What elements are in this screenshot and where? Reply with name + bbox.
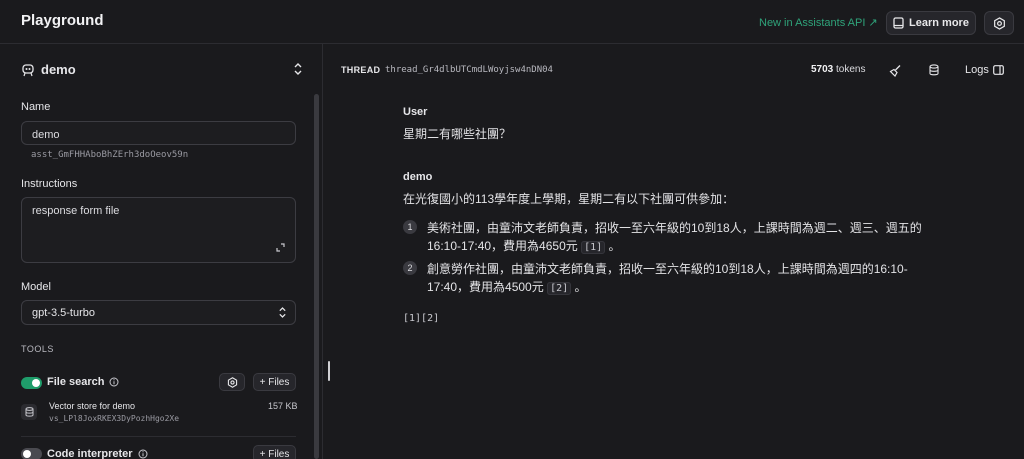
tool-name: File search <box>47 376 105 388</box>
name-label: Name <box>21 101 51 113</box>
info-icon[interactable] <box>138 449 148 459</box>
assistant-id: asst_GmFHHAboBhZErh3doOeov59n <box>31 150 189 160</box>
vector-store-size: 157 KB <box>268 401 298 411</box>
resize-handle[interactable] <box>328 361 330 381</box>
vector-store-id: vs_LPl8JoxRKEX3DyPozhHgo2Xe <box>49 414 180 423</box>
new-in-assistants-link[interactable]: New in Assistants API ↗ <box>759 16 878 29</box>
citation[interactable]: [2] <box>547 282 572 295</box>
file-search-settings-button[interactable] <box>219 373 245 391</box>
logs-label: Logs <box>965 64 989 76</box>
list-item: 2 創意勞作社團，由童沛文老師負責，招收一至六年級的10到18人，上課時間為週四… <box>403 260 943 298</box>
scrollbar[interactable] <box>314 94 319 459</box>
info-icon[interactable] <box>109 377 119 387</box>
thread-panel: THREAD thread_Gr4dlbUTCmdLWoyjsw4nDN04 5… <box>324 44 1024 459</box>
thread-header: THREAD thread_Gr4dlbUTCmdLWoyjsw4nDN04 5… <box>324 44 1024 94</box>
thread-id[interactable]: thread_Gr4dlbUTCmdLWoyjsw4nDN04 <box>385 65 553 75</box>
list-item-text: 美術社團，由童沛文老師負責，招收一至六年級的10到18人，上課時間為週二、週三、… <box>427 221 922 235</box>
list-number: 2 <box>403 261 417 275</box>
top-bar: Playground New in Assistants API ↗ Learn… <box>0 0 1024 44</box>
user-message: 星期二有哪些社團？ <box>403 127 512 141</box>
assistant-intro: 在光復國小的113學年度上學期，星期二有以下社團可供參加： <box>403 192 735 206</box>
user-role-label: User <box>403 106 428 118</box>
assistant-selector[interactable]: demo <box>21 62 76 77</box>
database-icon <box>929 64 939 76</box>
tools-label: TOOLS <box>21 344 54 354</box>
code-interpreter-toggle[interactable] <box>21 448 42 459</box>
list-item: 1 美術社團，由童沛文老師負責，招收一至六年級的10到18人，上課時間為週二、週… <box>403 219 943 257</box>
database-icon <box>21 404 37 420</box>
gear-icon <box>993 16 1005 30</box>
assistant-name: demo <box>41 62 76 77</box>
chevron-updown-icon <box>279 307 286 318</box>
learn-more-button[interactable]: Learn more <box>886 11 976 35</box>
list-number: 1 <box>403 220 417 234</box>
gear-icon <box>227 376 237 388</box>
logs-button[interactable]: Logs <box>965 64 1004 76</box>
list-item-text: 17:40，費用為4500元 <box>427 280 544 294</box>
clear-thread-button[interactable] <box>886 61 904 79</box>
chevron-updown-icon[interactable] <box>293 62 303 76</box>
expand-icon[interactable] <box>276 243 285 252</box>
tool-code-interpreter: Code interpreter <box>47 448 148 459</box>
list-item-text: 16:10-17:40，費用為4650元 <box>427 239 578 253</box>
token-number: 5703 <box>811 64 834 75</box>
model-label: Model <box>21 281 51 293</box>
instructions-textarea[interactable]: response form file <box>21 197 296 263</box>
list-item-end: 。 <box>574 280 587 294</box>
assistant-panel: demo Name demo asst_GmFHHAboBhZErh3doOeo… <box>0 44 323 459</box>
vector-store-name[interactable]: Vector store for demo <box>49 401 135 411</box>
divider <box>21 436 296 437</box>
tool-name: Code interpreter <box>47 448 133 459</box>
panel-icon <box>992 65 1004 75</box>
broom-icon <box>889 64 900 77</box>
book-icon <box>893 17 904 29</box>
name-input[interactable]: demo <box>21 121 296 145</box>
token-count: 5703 tokens <box>811 64 866 75</box>
add-files-button[interactable]: + Files <box>253 373 296 391</box>
file-search-toggle[interactable] <box>21 377 42 389</box>
tool-file-search: File search <box>47 376 119 388</box>
thread-label: THREAD <box>341 65 381 75</box>
add-files-button[interactable]: + Files <box>253 445 296 459</box>
learn-more-label: Learn more <box>909 17 969 29</box>
references[interactable]: [1][2] <box>403 313 439 324</box>
model-select[interactable]: gpt-3.5-turbo <box>21 300 296 325</box>
list-item-text: 創意勞作社團，由童沛文老師負責，招收一至六年級的10到18人，上課時間為週四的1… <box>427 262 908 276</box>
assistant-role-label: demo <box>403 171 433 183</box>
settings-button[interactable] <box>984 11 1014 35</box>
model-value: gpt-3.5-turbo <box>32 307 95 319</box>
citation[interactable]: [1] <box>581 241 606 254</box>
token-unit: tokens <box>836 64 866 75</box>
assistant-icon <box>22 63 34 76</box>
storage-button[interactable] <box>925 61 943 79</box>
list-item-end: 。 <box>608 239 621 253</box>
instructions-label: Instructions <box>21 178 78 190</box>
instructions-text: response form file <box>32 205 120 217</box>
app-title: Playground <box>21 12 104 29</box>
